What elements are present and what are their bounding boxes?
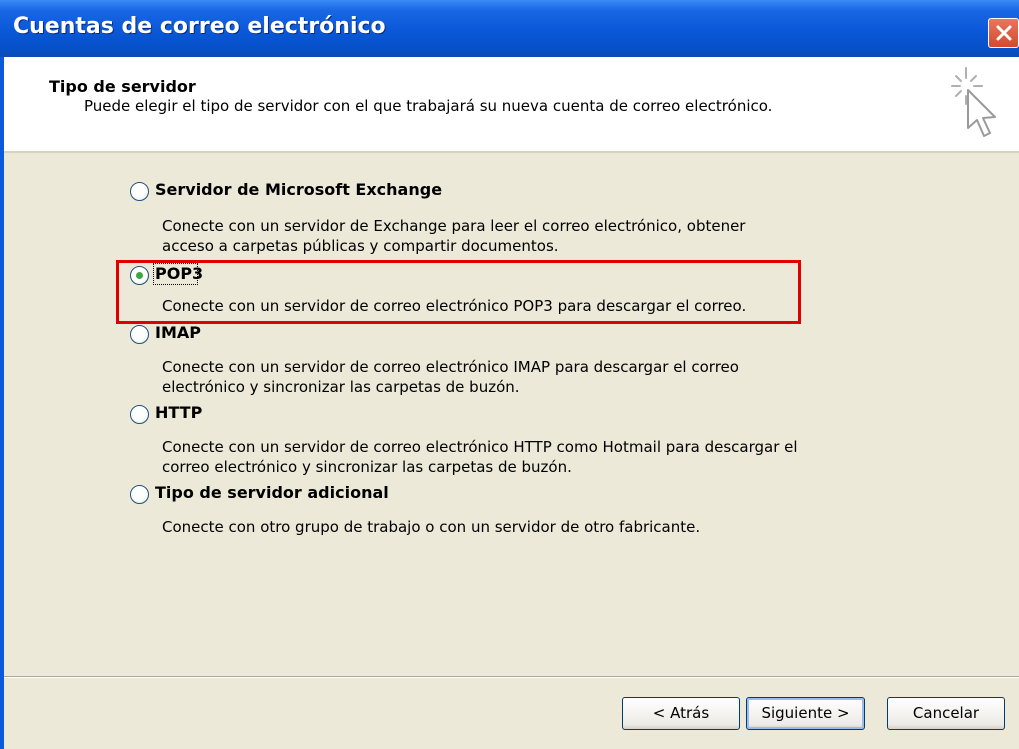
back-button[interactable]: < Atrás <box>622 697 740 730</box>
option-desc-exchange: Conecte con un servidor de Exchange para… <box>162 217 746 255</box>
wizard-header: Tipo de servidor Puede elegir el tipo de… <box>4 57 1019 153</box>
close-icon <box>996 25 1012 41</box>
window-title: Cuentas de correo electrónico <box>13 14 386 39</box>
radio-imap[interactable] <box>130 325 149 344</box>
page-title: Tipo de servidor <box>49 77 196 96</box>
option-desc-pop3: Conecte con un servidor de correo electr… <box>162 297 747 315</box>
radio-additional[interactable] <box>130 485 149 504</box>
radio-pop3[interactable] <box>130 266 149 285</box>
footer-separator <box>4 676 1019 678</box>
option-desc-http: Conecte con un servidor de correo electr… <box>162 438 798 476</box>
window-border <box>0 57 4 749</box>
option-label-http[interactable]: HTTP <box>155 403 202 422</box>
option-desc-additional: Conecte con otro grupo de trabajo o con … <box>162 518 701 536</box>
radio-http[interactable] <box>130 405 149 424</box>
title-bar[interactable]: Cuentas de correo electrónico <box>0 0 1019 57</box>
radio-exchange[interactable] <box>130 182 149 201</box>
wizard-cursor-icon <box>951 67 996 137</box>
page-subtitle: Puede elegir el tipo de servidor con el … <box>84 97 773 115</box>
option-label-imap[interactable]: IMAP <box>155 323 201 342</box>
option-label-additional[interactable]: Tipo de servidor adicional <box>155 483 389 502</box>
option-label-exchange[interactable]: Servidor de Microsoft Exchange <box>155 180 442 199</box>
option-label-pop3[interactable]: POP3 <box>155 264 203 283</box>
account-wizard-window: Cuentas de correo electrónico Tipo de se… <box>0 0 1019 749</box>
next-button[interactable]: Siguiente > <box>746 697 865 730</box>
close-button[interactable] <box>988 18 1019 48</box>
cancel-button[interactable]: Cancelar <box>887 697 1005 730</box>
option-desc-imap: Conecte con un servidor de correo electr… <box>162 358 739 396</box>
